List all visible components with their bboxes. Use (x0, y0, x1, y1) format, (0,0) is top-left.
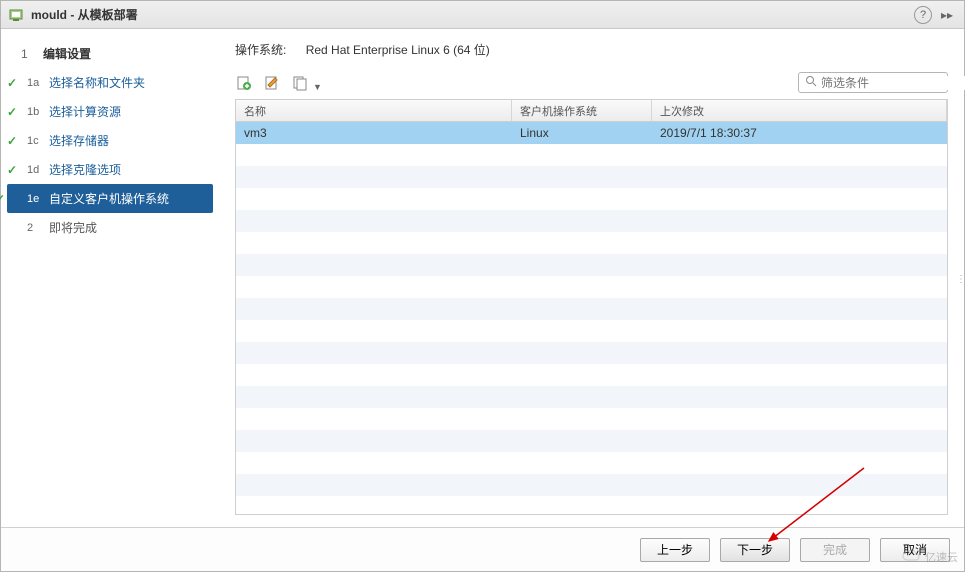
table-row (236, 254, 947, 276)
wizard-step-1a[interactable]: 1a 选择名称和文件夹 (1, 68, 219, 97)
os-label: 操作系统: (235, 43, 286, 57)
col-modified[interactable]: 上次修改 (652, 100, 947, 121)
cell-guest-os: Linux (512, 123, 652, 143)
step-label: 自定义客户机操作系统 (49, 190, 169, 207)
wizard-content: 操作系统: Red Hat Enterprise Linux 6 (64 位) … (219, 29, 964, 527)
step-label: 编辑设置 (43, 45, 91, 62)
wizard-sidebar: 1 编辑设置 1a 选择名称和文件夹 1b 选择计算资源 1c 选择存储器 1d… (1, 29, 219, 527)
step-label: 选择计算资源 (49, 103, 121, 120)
edit-spec-icon[interactable] (263, 74, 281, 92)
window-title: mould - 从模板部署 (31, 6, 914, 23)
deploy-template-dialog: mould - 从模板部署 ? ▸▸ 1 编辑设置 1a 选择名称和文件夹 1b… (0, 0, 965, 572)
table-row (236, 386, 947, 408)
table-row[interactable]: vm3 Linux 2019/7/1 18:30:37 (236, 122, 947, 144)
step-label: 选择克隆选项 (49, 161, 121, 178)
table-header: 名称 客户机操作系统 上次修改 (236, 100, 947, 122)
table-row (236, 452, 947, 474)
table-row (236, 298, 947, 320)
titlebar: mould - 从模板部署 ? ▸▸ (1, 1, 964, 29)
copy-spec-icon[interactable] (291, 74, 309, 92)
table-row (236, 320, 947, 342)
cell-name: vm3 (236, 123, 512, 143)
table-row (236, 364, 947, 386)
table-row (236, 276, 947, 298)
wizard-step-1d[interactable]: 1d 选择克隆选项 (1, 155, 219, 184)
dialog-body: 1 编辑设置 1a 选择名称和文件夹 1b 选择计算资源 1c 选择存储器 1d… (1, 29, 964, 527)
vm-icon (9, 7, 25, 23)
table-row (236, 166, 947, 188)
table-body: vm3 Linux 2019/7/1 18:30:37 (236, 122, 947, 515)
table-row (236, 342, 947, 364)
table-row (236, 144, 947, 166)
step-label: 选择存储器 (49, 132, 109, 149)
table-row (236, 210, 947, 232)
wizard-step-1e[interactable]: 1e 自定义客户机操作系统 (7, 184, 213, 213)
back-button[interactable]: 上一步 (640, 538, 710, 562)
toolbar-dropdown-icon[interactable]: ▼ (313, 82, 322, 92)
wizard-step-1b[interactable]: 1b 选择计算资源 (1, 97, 219, 126)
table-row (236, 232, 947, 254)
filter-input[interactable] (821, 76, 965, 90)
os-value: Red Hat Enterprise Linux 6 (64 位) (306, 43, 490, 57)
resize-grip[interactable]: ⋮⋮ (956, 278, 964, 298)
table-row (236, 430, 947, 452)
wizard-footer: 上一步 下一步 完成 取消 (1, 527, 964, 571)
finish-button: 完成 (800, 538, 870, 562)
step-label: 选择名称和文件夹 (49, 74, 145, 91)
os-info: 操作系统: Red Hat Enterprise Linux 6 (64 位) (235, 41, 948, 58)
step-label: 即将完成 (49, 219, 97, 236)
search-icon (805, 75, 817, 90)
wizard-step-header: 1 编辑设置 (1, 39, 219, 68)
wizard-step-2: 2 即将完成 (1, 213, 219, 242)
col-name[interactable]: 名称 (236, 100, 512, 121)
spec-table: 名称 客户机操作系统 上次修改 vm3 Linux 2019/7/1 18:30… (235, 99, 948, 515)
table-row (236, 408, 947, 430)
watermark: 亿速云 (901, 549, 958, 565)
wizard-step-1c[interactable]: 1c 选择存储器 (1, 126, 219, 155)
toolbar: ▼ ▾ (235, 72, 948, 93)
col-guest-os[interactable]: 客户机操作系统 (512, 100, 652, 121)
cell-modified: 2019/7/1 18:30:37 (652, 123, 947, 143)
expand-icon[interactable]: ▸▸ (938, 6, 956, 24)
table-row (236, 496, 947, 515)
help-icon[interactable]: ? (914, 6, 932, 24)
new-spec-icon[interactable] (235, 74, 253, 92)
next-button[interactable]: 下一步 (720, 538, 790, 562)
filter-box[interactable]: ▾ (798, 72, 948, 93)
table-row (236, 188, 947, 210)
table-row (236, 474, 947, 496)
